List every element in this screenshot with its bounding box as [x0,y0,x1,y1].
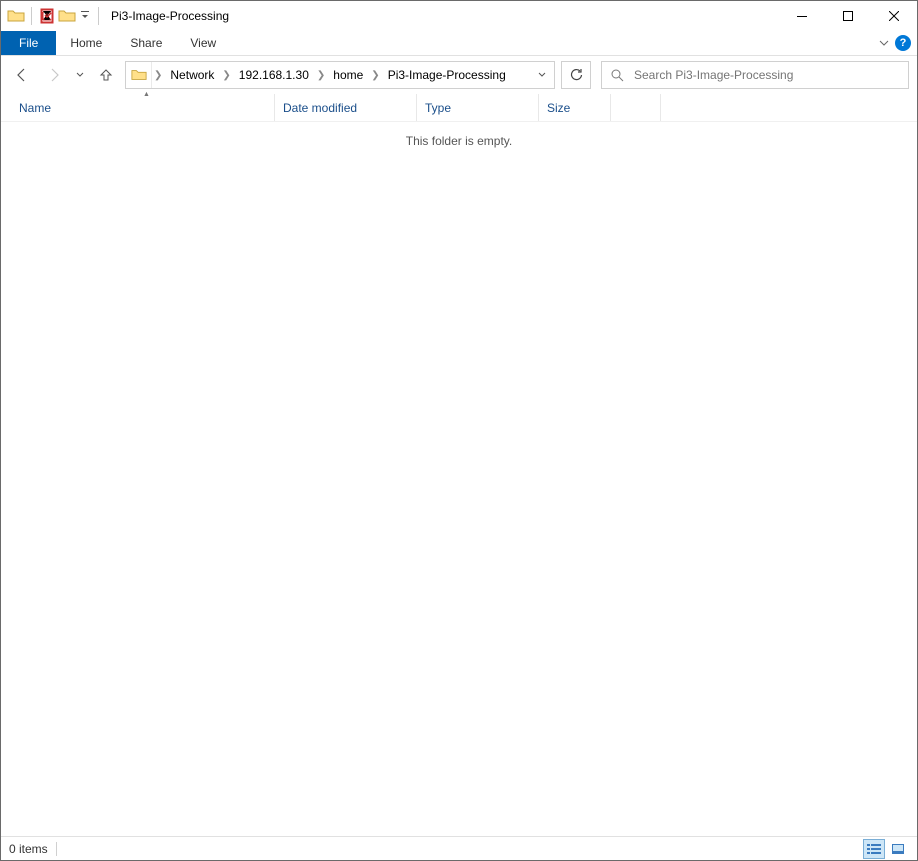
status-bar: 0 items [1,836,917,860]
chevron-right-icon[interactable]: ❯ [152,70,164,81]
up-button[interactable] [93,62,119,88]
column-header-blank[interactable] [611,94,661,121]
titlebar: Pi3-Image-Processing [1,1,917,31]
column-header-type[interactable]: Type [417,94,539,121]
details-view-button[interactable] [863,839,885,859]
back-button[interactable] [9,62,35,88]
column-header-name[interactable]: Name ▲ [19,94,275,121]
navigation-row: ❯ Network ❯ 192.168.1.30 ❯ home ❯ Pi3-Im… [1,56,917,94]
status-item-count: 0 items [9,842,48,856]
recent-locations-dropdown[interactable] [73,62,87,88]
column-header-date[interactable]: Date modified [275,94,417,121]
separator [56,842,57,856]
file-tab[interactable]: File [1,31,56,55]
quick-access-toolbar [1,1,103,31]
large-icons-view-button[interactable] [887,839,909,859]
empty-folder-message: This folder is empty. [1,122,917,148]
search-icon [610,68,624,82]
window-controls [779,1,917,31]
minimize-button[interactable] [779,1,825,31]
breadcrumb-network[interactable]: Network [164,68,220,82]
qat-dropdown-icon[interactable] [78,9,92,23]
file-list[interactable]: This folder is empty. [1,122,917,836]
search-box[interactable] [601,61,909,89]
search-input[interactable] [632,67,900,83]
address-bar[interactable]: ❯ Network ❯ 192.168.1.30 ❯ home ❯ Pi3-Im… [125,61,555,89]
close-button[interactable] [871,1,917,31]
help-icon[interactable]: ? [895,35,911,51]
separator [98,7,99,25]
folder-icon [7,7,25,25]
separator [31,7,32,25]
ribbon: File Home Share View ? [1,31,917,56]
properties-icon[interactable] [38,7,56,25]
address-history-dropdown[interactable] [530,71,554,79]
breadcrumb-host[interactable]: 192.168.1.30 [233,68,315,82]
maximize-button[interactable] [825,1,871,31]
window-title: Pi3-Image-Processing [111,9,229,23]
column-header-size[interactable]: Size [539,94,611,121]
chevron-right-icon[interactable]: ❯ [220,70,232,81]
chevron-right-icon[interactable]: ❯ [369,70,381,81]
explorer-window: Pi3-Image-Processing File Home Share Vie… [0,0,918,861]
forward-button[interactable] [41,62,67,88]
column-headers: Name ▲ Date modified Type Size [1,94,917,122]
tab-view[interactable]: View [176,31,230,55]
sort-ascending-icon: ▲ [143,91,150,98]
ribbon-expand-icon[interactable] [879,38,889,48]
breadcrumb-home[interactable]: home [327,68,369,82]
address-folder-icon[interactable] [126,62,152,88]
breadcrumb-items: ❯ Network ❯ 192.168.1.30 ❯ home ❯ Pi3-Im… [152,68,530,82]
tab-home[interactable]: Home [56,31,116,55]
refresh-button[interactable] [561,61,591,89]
column-header-name-label: Name [19,101,51,115]
tab-share[interactable]: Share [116,31,176,55]
breadcrumb-current[interactable]: Pi3-Image-Processing [382,68,512,82]
chevron-right-icon[interactable]: ❯ [315,70,327,81]
folder-icon[interactable] [58,7,76,25]
